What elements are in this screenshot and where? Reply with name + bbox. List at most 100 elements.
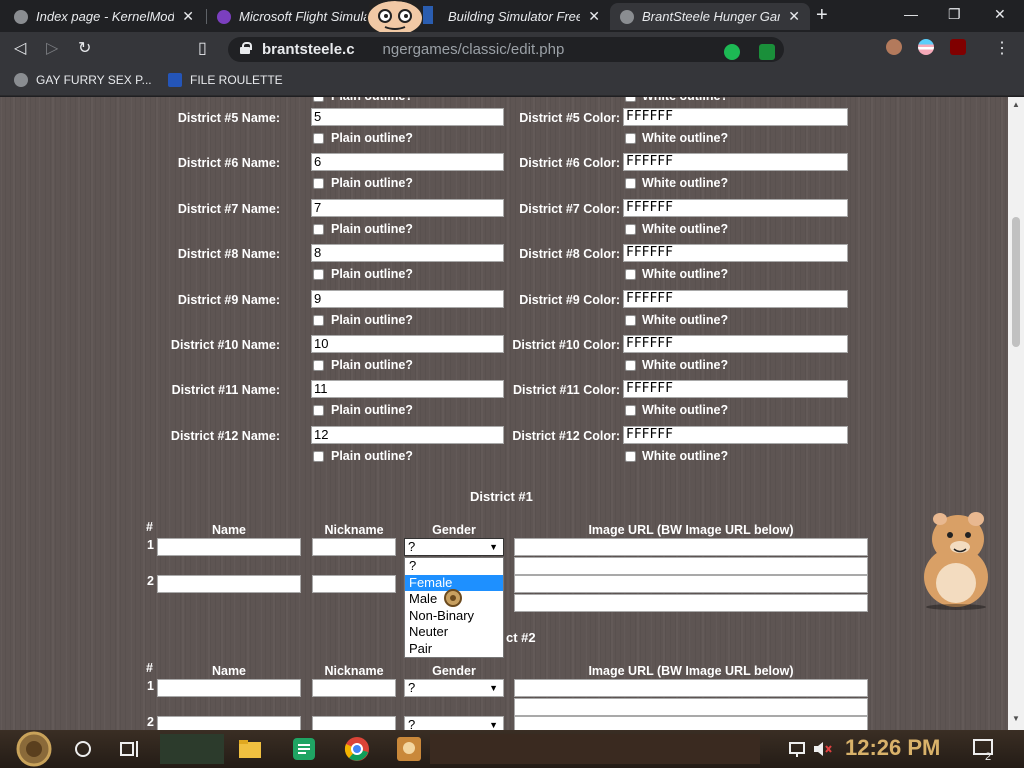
tribute-name-input[interactable] (157, 575, 301, 593)
image-url-input[interactable] (514, 679, 868, 697)
close-window-icon[interactable]: ✕ (994, 6, 1006, 23)
bw-image-url-input[interactable] (514, 594, 868, 612)
lock-icon (240, 42, 252, 54)
scrollbar-thumb[interactable] (1012, 217, 1020, 347)
gender-option[interactable]: Neuter (405, 624, 503, 641)
white-outline-checkbox[interactable] (625, 224, 636, 235)
forward-icon[interactable]: ▷ (46, 38, 58, 58)
bw-image-url-input[interactable] (514, 698, 868, 716)
district-name-input[interactable]: 10 (311, 335, 504, 353)
plain-outline-checkbox[interactable] (313, 133, 324, 144)
column-gender: Gender (432, 523, 476, 537)
minimize-icon[interactable]: — (904, 6, 918, 22)
gender-option[interactable]: ? (405, 558, 503, 575)
plain-outline-checkbox[interactable] (313, 224, 324, 235)
district-color-input[interactable]: FFFFFF (623, 199, 848, 217)
new-tab-button[interactable]: + (816, 4, 828, 27)
trans-flag-icon[interactable] (918, 39, 934, 55)
task-view-icon[interactable] (120, 740, 140, 758)
district-name-input[interactable]: 12 (311, 426, 504, 444)
reload-icon[interactable]: ↻ (78, 38, 91, 58)
white-outline-checkbox[interactable] (625, 97, 636, 102)
tribute-name-input[interactable] (157, 679, 301, 697)
tribute-nickname-input[interactable] (312, 575, 396, 593)
search-icon[interactable] (74, 740, 92, 758)
district-name-input[interactable]: 7 (311, 199, 504, 217)
clock[interactable]: 12:26 PM (845, 735, 940, 761)
white-outline-checkbox[interactable] (625, 178, 636, 189)
tribute-nickname-input[interactable] (312, 538, 396, 556)
plain-outline-checkbox[interactable] (313, 97, 324, 102)
tab-brantsteele[interactable]: BrantSteele Hunger Games ✕ (610, 3, 810, 30)
start-button[interactable] (10, 731, 58, 767)
address-text[interactable]: brantsteele.c ngergames/classic/edit.php (262, 41, 564, 58)
district-color-input[interactable]: FFFFFF (623, 335, 848, 353)
bookmark-item[interactable]: FILE ROULETTE (168, 73, 283, 87)
network-icon[interactable] (788, 740, 806, 758)
close-tab-icon[interactable]: ✕ (182, 8, 194, 25)
bw-image-url-input[interactable] (514, 557, 868, 575)
bookmark-item[interactable]: GAY FURRY SEX P... (14, 73, 152, 87)
taskbar-app[interactable] (160, 734, 224, 764)
scroll-up-icon[interactable]: ▲ (1012, 100, 1020, 109)
gender-select[interactable]: ? ▼ (404, 538, 504, 556)
white-outline-checkbox[interactable] (625, 360, 636, 371)
close-tab-icon[interactable]: ✕ (588, 8, 600, 25)
shield-icon[interactable] (759, 44, 775, 60)
spotify-icon[interactable] (724, 44, 740, 60)
image-url-input[interactable] (514, 716, 868, 730)
restore-icon[interactable]: ❐ (948, 6, 961, 23)
game-icon[interactable] (396, 736, 422, 762)
notifications-icon[interactable]: 2 (972, 738, 998, 762)
white-outline-checkbox[interactable] (625, 133, 636, 144)
district-color-input[interactable]: FFFFFF (623, 244, 848, 262)
tab-building-simulator[interactable]: Building Simulator Free ✕ (420, 3, 610, 30)
white-outline-checkbox[interactable] (625, 315, 636, 326)
gender-option[interactable]: Pair (405, 641, 503, 658)
gender-select[interactable]: ? ▼ (404, 679, 504, 697)
ublock-icon[interactable] (950, 39, 966, 55)
image-url-input[interactable] (514, 575, 868, 593)
tribute-nickname-input[interactable] (312, 679, 396, 697)
tribute-nickname-input[interactable] (312, 716, 396, 730)
district-color-input[interactable]: FFFFFF (623, 380, 848, 398)
tribute-name-input[interactable] (157, 538, 301, 556)
plain-outline-checkbox[interactable] (313, 451, 324, 462)
plain-outline-checkbox[interactable] (313, 269, 324, 280)
close-tab-icon[interactable]: ✕ (788, 8, 800, 25)
chrome-icon[interactable] (344, 736, 370, 762)
volume-muted-icon[interactable] (812, 740, 832, 758)
district-color-input[interactable]: FFFFFF (623, 426, 848, 444)
image-url-input[interactable] (514, 538, 868, 556)
white-outline-checkbox[interactable] (625, 451, 636, 462)
district-color-label: District #10 Color: (512, 338, 620, 352)
gender-select[interactable]: ? ▼ (404, 716, 504, 730)
plain-outline-checkbox[interactable] (313, 405, 324, 416)
globe-icon (14, 73, 28, 87)
profile-avatar-icon[interactable] (886, 39, 902, 55)
spreadsheet-icon[interactable] (292, 737, 316, 761)
scroll-down-icon[interactable]: ▼ (1012, 714, 1020, 723)
plain-outline-checkbox[interactable] (313, 315, 324, 326)
district-color-input[interactable]: FFFFFF (623, 153, 848, 171)
plain-outline-checkbox[interactable] (313, 178, 324, 189)
district-color-input[interactable]: FFFFFF (623, 108, 848, 126)
address-bar[interactable]: brantsteele.c ngergames/classic/edit.php (228, 37, 784, 62)
back-icon[interactable]: ◁ (14, 38, 26, 58)
district-name-input[interactable]: 11 (311, 380, 504, 398)
plain-outline-checkbox[interactable] (313, 360, 324, 371)
white-outline-checkbox[interactable] (625, 269, 636, 280)
page-scrollbar[interactable]: ▲ ▼ (1008, 97, 1024, 730)
bookmark-icon[interactable]: ▯ (198, 38, 207, 58)
district-name-input[interactable]: 5 (311, 108, 504, 126)
district-name-input[interactable]: 6 (311, 153, 504, 171)
district-color-input[interactable]: FFFFFF (623, 290, 848, 308)
district-name-input[interactable]: 8 (311, 244, 504, 262)
district-name-input[interactable]: 9 (311, 290, 504, 308)
taskbar-app[interactable] (430, 734, 760, 764)
white-outline-checkbox[interactable] (625, 405, 636, 416)
tab-kernelmode[interactable]: Index page - KernelMode ✕ (4, 3, 204, 30)
folder-icon[interactable] (238, 738, 262, 760)
menu-icon[interactable]: ⋮ (994, 38, 1010, 58)
tribute-name-input[interactable] (157, 716, 301, 730)
